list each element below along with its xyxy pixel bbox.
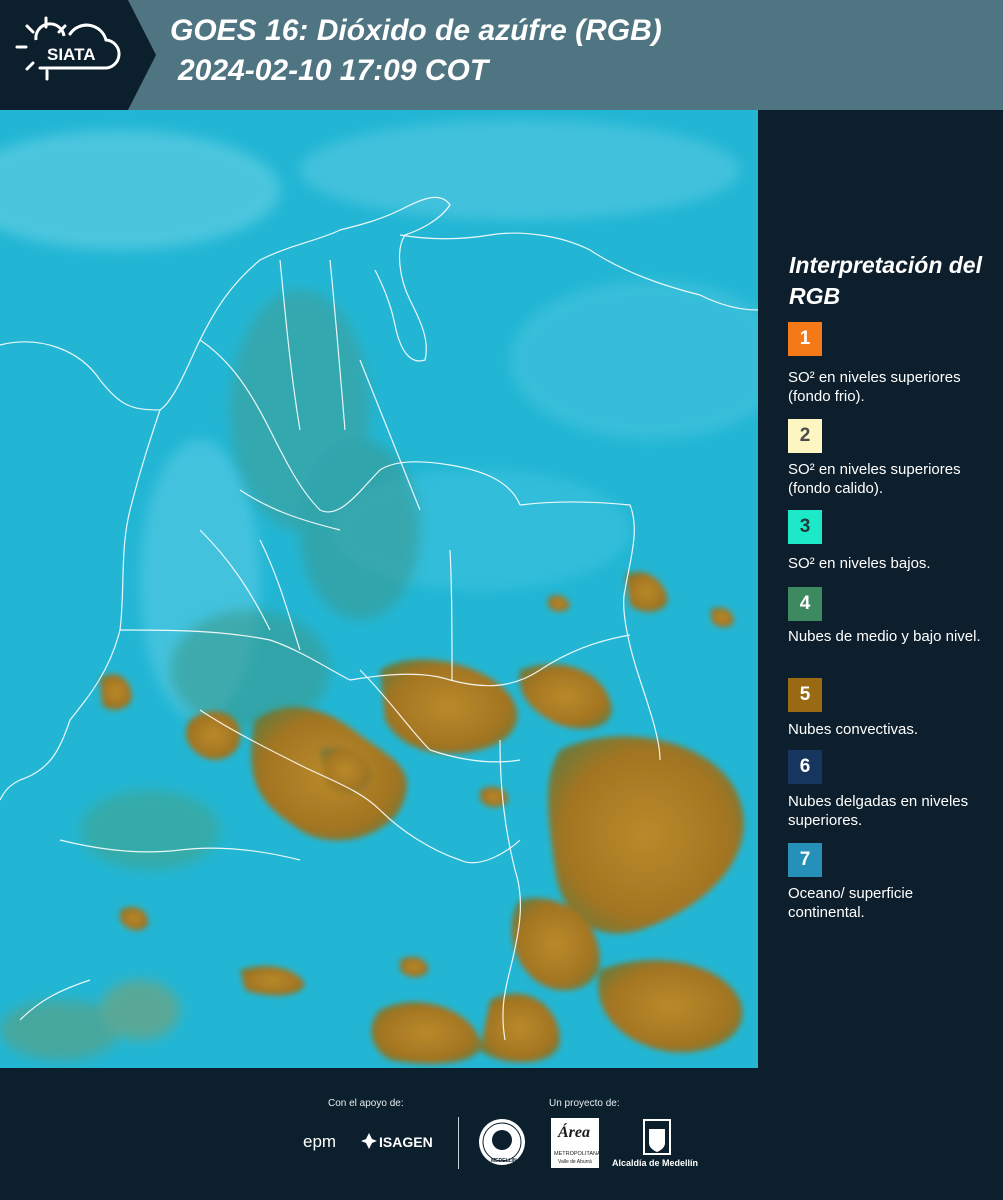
satellite-map: [0, 110, 758, 1068]
legend-label-5: Nubes convectivas.: [788, 721, 919, 738]
legend-swatch-7: 7: [788, 843, 822, 877]
legend-label-2: SO² en niveles superiores (fondo calido)…: [788, 461, 961, 497]
legend-swatch-2: 2: [788, 419, 822, 453]
legend-title: Interpretación del RGB: [789, 252, 982, 309]
footer-divider: [458, 1117, 459, 1169]
medellin-seal-text: MEDELLÍN: [491, 1158, 517, 1164]
support-label: Con el apoyo de:: [328, 1098, 404, 1109]
siata-logo-text: SIATA: [47, 45, 95, 64]
legend-label-4: Nubes de medio y bajo nivel.: [788, 628, 981, 645]
legend-swatch-4: 4: [788, 587, 822, 621]
legend-swatch-3: 3: [788, 510, 822, 544]
siata-logo: SIATA: [0, 0, 156, 110]
area-logo-subtext: METROPOLITANA: [554, 1151, 601, 1157]
siata-logo-shape: SIATA: [0, 0, 156, 110]
legend-label-1: SO² en niveles superiores (fondo frio).: [788, 369, 961, 405]
map-svg: [0, 110, 758, 1068]
legend-swatch-6: 6: [788, 750, 822, 784]
legend-label-7: Oceano/ superficie continental.: [788, 885, 914, 921]
legend-label-6: Nubes delgadas en niveles superiores.: [788, 793, 969, 829]
legend-swatch-5: 5: [788, 678, 822, 712]
legend-label-3: SO² en niveles bajos.: [788, 555, 931, 572]
legend-swatch-1: 1: [788, 322, 822, 356]
isagen-logo-icon: [360, 1132, 378, 1155]
area-logo-subtext-2: Valle de Aburrá: [558, 1159, 592, 1165]
alcaldia-logo-text: Alcaldía de Medellín: [612, 1158, 699, 1168]
alcaldia-shield-icon: [643, 1119, 671, 1160]
epm-logo: epm: [303, 1132, 337, 1151]
page-title: GOES 16: Dióxido de azúfre (RGB): [170, 14, 662, 47]
header: SIATA GOES 16: Dióxido de azúfre (RGB) 2…: [0, 0, 1003, 110]
project-label: Un proyecto de:: [549, 1098, 620, 1109]
isagen-logo: ISAGEN: [379, 1134, 433, 1150]
timestamp: 2024-02-10 17:09 COT: [178, 54, 489, 87]
area-logo-text: Área: [558, 1124, 590, 1141]
